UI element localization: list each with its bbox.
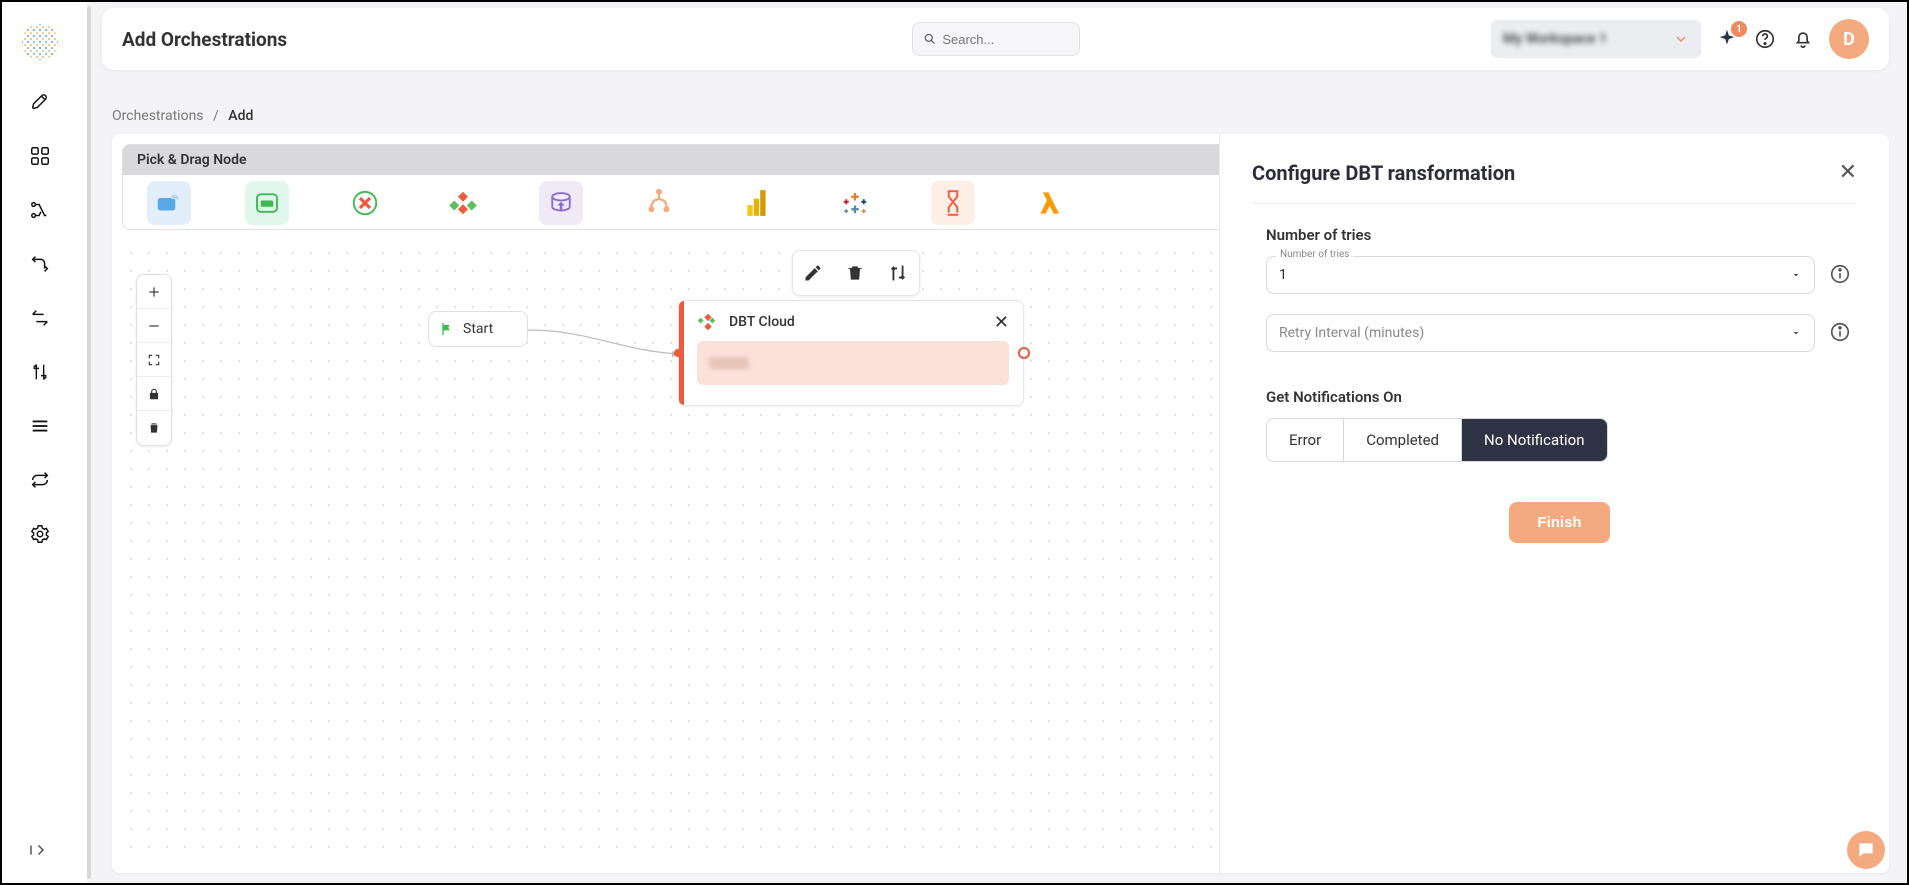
search-input[interactable] <box>942 32 1068 47</box>
brand-logo <box>22 24 58 60</box>
zoom-out-button[interactable] <box>137 309 171 343</box>
page-title: Add Orchestrations <box>122 28 287 51</box>
chevron-down-icon <box>1790 327 1802 339</box>
user-avatar[interactable]: D <box>1829 19 1869 59</box>
palette-delete-icon[interactable] <box>343 181 387 225</box>
node-output-handle[interactable] <box>1018 347 1030 359</box>
nav-merge-icon[interactable] <box>28 252 52 276</box>
notification-toggle-group: Error Completed No Notification <box>1266 418 1608 462</box>
palette-timer-icon[interactable] <box>931 181 975 225</box>
info-icon[interactable] <box>1829 321 1853 345</box>
palette-branch-icon[interactable] <box>637 181 681 225</box>
nav-settings-icon[interactable] <box>28 522 52 546</box>
tries-section-label: Number of tries <box>1266 226 1853 244</box>
palette-db-push-icon[interactable] <box>539 181 583 225</box>
dbt-node-value-redacted <box>709 357 749 369</box>
breadcrumb-current: Add <box>228 108 253 124</box>
config-panel: Configure DBT ransformation ✕ Number of … <box>1219 134 1889 873</box>
palette-source-icon[interactable] <box>147 181 191 225</box>
ai-sparkle-button[interactable]: 1 <box>1715 27 1739 51</box>
retry-interval-select[interactable]: Retry Interval (minutes) <box>1266 314 1815 352</box>
left-sidebar <box>2 2 77 883</box>
chat-bubble-button[interactable] <box>1847 831 1885 869</box>
dbt-icon <box>697 311 719 333</box>
zoom-delete-button[interactable] <box>137 411 171 445</box>
node-input-handle[interactable] <box>674 349 682 357</box>
palette-dbt-icon[interactable] <box>441 181 485 225</box>
sidebar-collapse-icon[interactable] <box>28 841 52 865</box>
zoom-controls <box>136 274 172 446</box>
canvas-wrapper: Pick & Drag Node <box>112 134 1889 873</box>
nav-transform-icon[interactable] <box>28 306 52 330</box>
dbt-cloud-node[interactable]: DBT Cloud ✕ <box>678 300 1024 406</box>
search-box[interactable] <box>912 22 1080 56</box>
tries-field-label: Number of tries <box>1276 249 1353 260</box>
node-edit-toolbar <box>792 250 920 296</box>
notif-option-error[interactable]: Error <box>1267 419 1344 461</box>
tries-value: 1 <box>1279 267 1287 283</box>
nav-dashboard-icon[interactable] <box>28 144 52 168</box>
zoom-fit-button[interactable] <box>137 343 171 377</box>
finish-button[interactable]: Finish <box>1509 502 1609 543</box>
route-icon[interactable] <box>887 262 909 284</box>
dbt-node-title: DBT Cloud <box>729 314 795 330</box>
nav-rocket-icon[interactable] <box>28 90 52 114</box>
retry-interval-placeholder: Retry Interval (minutes) <box>1279 325 1424 341</box>
zoom-in-button[interactable] <box>137 275 171 309</box>
palette-tableau-icon[interactable] <box>833 181 877 225</box>
notifications-label: Get Notifications On <box>1266 388 1853 406</box>
breadcrumb: Orchestrations / Add <box>112 108 253 124</box>
edit-icon[interactable] <box>803 263 823 283</box>
delete-icon[interactable] <box>845 263 865 283</box>
palette-powerbi-icon[interactable] <box>735 181 779 225</box>
workspace-dropdown[interactable]: My Workspace 1 <box>1491 20 1701 58</box>
node-close-icon[interactable]: ✕ <box>994 312 1009 333</box>
nav-list-icon[interactable] <box>28 414 52 438</box>
bell-icon[interactable] <box>1791 27 1815 51</box>
palette-destination-icon[interactable] <box>245 181 289 225</box>
palette-lambda-icon[interactable] <box>1029 181 1073 225</box>
help-icon[interactable] <box>1753 27 1777 51</box>
notif-option-completed[interactable]: Completed <box>1344 419 1462 461</box>
info-icon[interactable] <box>1829 263 1853 287</box>
chevron-down-icon <box>1673 31 1689 47</box>
search-icon <box>923 31 937 47</box>
config-panel-title: Configure DBT ransformation <box>1252 161 1515 185</box>
config-close-icon[interactable]: ✕ <box>1839 160 1857 185</box>
notif-option-none[interactable]: No Notification <box>1462 419 1607 461</box>
dbt-node-body[interactable] <box>697 341 1009 385</box>
nav-compare-icon[interactable] <box>28 360 52 384</box>
zoom-lock-button[interactable] <box>137 377 171 411</box>
top-bar: Add Orchestrations My Workspace 1 1 D <box>102 8 1889 70</box>
tries-select[interactable]: 1 <box>1266 256 1815 294</box>
notification-badge: 1 <box>1731 21 1747 37</box>
chevron-down-icon <box>1790 269 1802 281</box>
start-node[interactable]: Start <box>428 311 528 347</box>
breadcrumb-root[interactable]: Orchestrations <box>112 108 204 124</box>
nav-pipeline-icon[interactable] <box>28 198 52 222</box>
flag-icon <box>439 321 455 337</box>
nav-sync-icon[interactable] <box>28 468 52 492</box>
workspace-label: My Workspace 1 <box>1503 31 1607 47</box>
start-node-label: Start <box>463 321 493 337</box>
